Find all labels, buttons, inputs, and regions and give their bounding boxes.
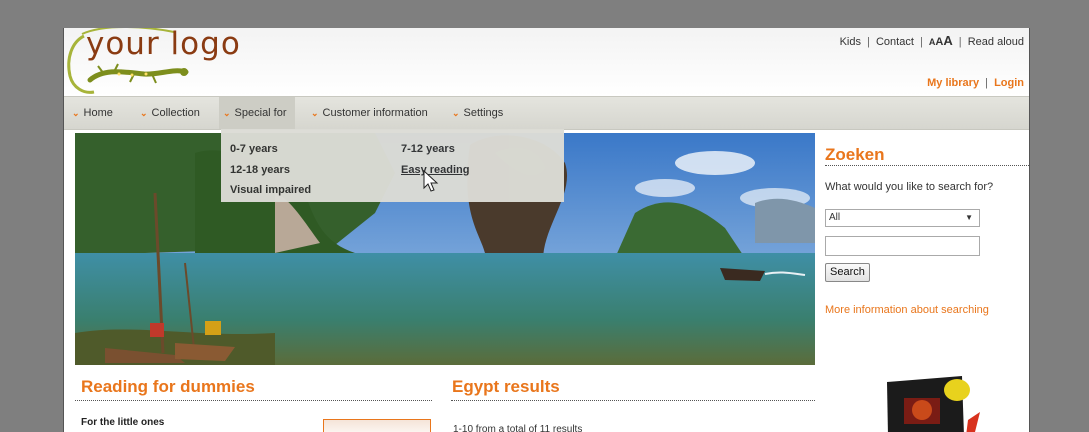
- reading-subtitle: For the little ones: [81, 417, 165, 428]
- user-links: My library | Login: [927, 77, 1024, 89]
- nav-item-label: Special for: [234, 107, 287, 119]
- search-prompt: What would you like to search for?: [825, 181, 994, 193]
- nav-item-label: Customer information: [322, 107, 428, 119]
- reading-for-dummies-title: Reading for dummies: [81, 377, 255, 396]
- chevron-down-icon: ⌄: [140, 108, 148, 118]
- logo-text: your logo: [86, 28, 241, 62]
- mouse-cursor-icon: [423, 170, 439, 192]
- chevron-down-icon: ⌄: [452, 108, 460, 118]
- chevron-down-icon: ⌄: [72, 108, 80, 118]
- dropdown-item-7-12-years[interactable]: 7-12 years: [401, 143, 455, 155]
- dropdown-item-0-7-years[interactable]: 0-7 years: [230, 143, 278, 155]
- article-thumbnail: [323, 419, 431, 432]
- dropdown-item-12-18-years[interactable]: 12-18 years: [230, 164, 290, 176]
- login-link[interactable]: Login: [994, 77, 1024, 89]
- select-value: All: [829, 212, 841, 223]
- top-utility-links: Kids | Contact | AAA | Read aloud: [840, 33, 1024, 48]
- separator: |: [919, 36, 923, 48]
- text-size-large[interactable]: A: [943, 33, 952, 48]
- special-for-dropdown: 0-7 years 7-12 years 12-18 years Easy re…: [221, 129, 564, 202]
- divider: [451, 400, 815, 401]
- search-category-select[interactable]: All ▼: [825, 209, 980, 227]
- search-button[interactable]: Search: [825, 263, 870, 282]
- divider: [75, 400, 432, 401]
- nav-item-label: Collection: [151, 107, 200, 119]
- nav-item-label: Settings: [463, 107, 504, 119]
- main-navigation: ⌄ Home ⌄ Collection ⌄ Special for ⌄ Customer…: [64, 96, 1029, 130]
- site-logo[interactable]: your logo: [64, 28, 264, 96]
- site-header: your logo Kids | Contact | AAA | Read al…: [64, 28, 1029, 96]
- chevron-down-icon: ⌄: [223, 108, 231, 118]
- book-cover-image: [882, 376, 982, 432]
- sidebar-title: Zoeken: [825, 145, 885, 164]
- nav-item-settings[interactable]: ⌄ Settings: [448, 97, 511, 129]
- search-input[interactable]: [825, 236, 980, 256]
- more-info-search-link[interactable]: More information about searching: [825, 304, 989, 316]
- dropdown-arrow-icon: ▼: [965, 213, 973, 222]
- dropdown-item-visual-impaired[interactable]: Visual impaired: [230, 184, 311, 196]
- text-size-switcher: AAA: [929, 33, 956, 48]
- nav-item-collection[interactable]: ⌄ Collection: [136, 97, 208, 129]
- chevron-down-icon: ⌄: [311, 108, 319, 118]
- egypt-results-title: Egypt results: [452, 377, 560, 396]
- nav-item-home[interactable]: ⌄ Home: [68, 97, 121, 129]
- my-library-link[interactable]: My library: [927, 77, 979, 89]
- nav-item-special-for[interactable]: ⌄ Special for: [219, 97, 295, 129]
- separator: |: [958, 36, 962, 48]
- kids-link[interactable]: Kids: [840, 36, 861, 48]
- read-aloud-link[interactable]: Read aloud: [968, 36, 1024, 48]
- nav-item-customer-information[interactable]: ⌄ Customer information: [307, 97, 436, 129]
- page: your logo Kids | Contact | AAA | Read al…: [63, 28, 1030, 432]
- nav-item-label: Home: [83, 107, 113, 119]
- results-count: 1-10 from a total of 11 results: [453, 424, 583, 432]
- separator: |: [985, 77, 988, 89]
- search-sidebar: Zoeken What would you like to search for…: [825, 133, 1029, 432]
- divider: [825, 165, 1029, 166]
- separator: |: [867, 36, 870, 48]
- contact-link[interactable]: Contact: [876, 36, 914, 48]
